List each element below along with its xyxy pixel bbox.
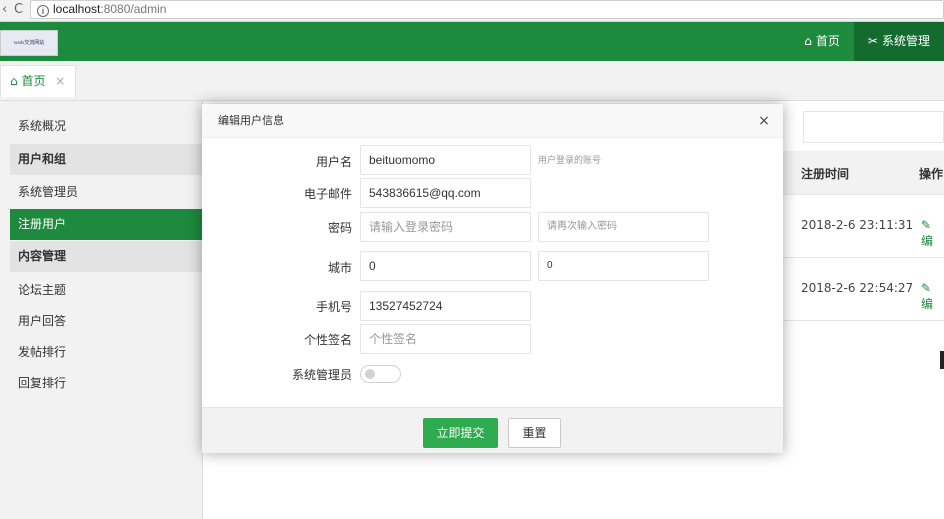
browser-bar: ‹ C i localhost:8080/admin bbox=[0, 0, 944, 22]
column-header-op: 操作 bbox=[919, 167, 944, 181]
dialog-footer: 立即提交 重置 bbox=[202, 407, 783, 453]
edit-link[interactable]: ✎ 编 bbox=[921, 218, 944, 249]
app-header: web交流网站 ⌂ 首页 ✂ 系统管理 bbox=[0, 22, 944, 61]
sidebar-item-admins[interactable]: 系统管理员 bbox=[10, 177, 203, 208]
submit-button[interactable]: 立即提交 bbox=[423, 418, 498, 448]
district-select[interactable]: 0 bbox=[538, 251, 709, 281]
signature-label: 个性签名 bbox=[303, 333, 352, 347]
column-header-reg-time: 注册时间 bbox=[801, 167, 850, 181]
reload-icon[interactable]: C bbox=[14, 2, 23, 17]
tab-bar: ⌂ 首页 × bbox=[0, 61, 944, 101]
admin-label: 系统管理员 bbox=[291, 368, 352, 382]
password-label: 密码 bbox=[327, 221, 352, 235]
phone-label: 手机号 bbox=[315, 300, 352, 314]
edit-link[interactable]: ✎ 编 bbox=[921, 281, 944, 312]
logo-text: web交流网站 bbox=[13, 40, 45, 46]
address-bar[interactable]: i localhost:8080/admin bbox=[30, 0, 944, 19]
admin-toggle[interactable] bbox=[360, 365, 401, 383]
username-field[interactable]: beituomomo bbox=[360, 145, 531, 175]
scroll-marker bbox=[940, 351, 944, 369]
tools-icon: ✂ bbox=[867, 34, 878, 48]
close-icon[interactable]: × bbox=[55, 74, 65, 88]
info-icon[interactable]: i bbox=[37, 5, 49, 17]
password-confirm-field[interactable]: 请再次输入密码 bbox=[538, 212, 709, 242]
cell-reg-time: 2018-2-6 23:11:31 bbox=[801, 218, 914, 232]
url-path: :8080/admin bbox=[100, 2, 167, 16]
tab-home-label: 首页 bbox=[21, 74, 46, 88]
nav-home-label: 首页 bbox=[815, 34, 840, 48]
phone-field[interactable]: 13527452724 bbox=[360, 291, 531, 321]
sidebar-item-registered-users[interactable]: 注册用户 bbox=[10, 209, 203, 240]
email-label: 电子邮件 bbox=[303, 187, 352, 201]
top-nav: ⌂ 首页 ✂ 系统管理 bbox=[790, 22, 944, 61]
tab-home[interactable]: ⌂ 首页 × bbox=[0, 65, 76, 97]
sidebar-item-reply-ranking[interactable]: 回复排行 bbox=[10, 368, 203, 399]
reset-button[interactable]: 重置 bbox=[508, 418, 561, 448]
sidebar-item-post-ranking[interactable]: 发帖排行 bbox=[10, 337, 203, 368]
url-host: localhost bbox=[53, 2, 101, 16]
search-bar[interactable] bbox=[803, 111, 944, 143]
close-icon[interactable]: × bbox=[755, 112, 773, 130]
sidebar-group-content[interactable]: 内容管理 bbox=[10, 241, 203, 272]
sidebar-group-users[interactable]: 用户和组 bbox=[10, 144, 203, 175]
sidebar: 系统概况 用户和组 系统管理员 注册用户 内容管理 论坛主题 用户回答 发帖排行… bbox=[0, 101, 203, 519]
sidebar-item-forum-topics[interactable]: 论坛主题 bbox=[10, 275, 203, 306]
password-field[interactable]: 请输入登录密码 bbox=[360, 212, 531, 242]
sidebar-item-user-answers[interactable]: 用户回答 bbox=[10, 306, 203, 337]
home-icon: ⌂ bbox=[10, 74, 18, 88]
nav-system-admin[interactable]: ✂ 系统管理 bbox=[853, 22, 944, 61]
city-label: 城市 bbox=[327, 261, 352, 275]
cell-reg-time: 2018-2-6 22:54:27 bbox=[801, 281, 914, 295]
home-icon: ⌂ bbox=[804, 34, 812, 48]
edit-user-dialog: 编辑用户信息 × 用户名 beituomomo 用户登录的账号 电子邮件 543… bbox=[202, 104, 783, 453]
back-icon[interactable]: ‹ bbox=[2, 2, 7, 17]
app-root: ‹ C i localhost:8080/admin web交流网站 ⌂ 首页 ✂ 系… bbox=[0, 0, 944, 519]
nav-system-admin-label: 系统管理 bbox=[881, 34, 930, 48]
city-select[interactable]: 0 bbox=[360, 251, 531, 281]
username-label: 用户名 bbox=[315, 155, 352, 169]
signature-field[interactable]: 个性签名 bbox=[360, 324, 531, 354]
nav-home[interactable]: ⌂ 首页 bbox=[790, 22, 854, 61]
email-field[interactable]: 543836615@qq.com bbox=[360, 178, 531, 208]
username-hint: 用户登录的账号 bbox=[538, 156, 602, 166]
dialog-title: 编辑用户信息 bbox=[202, 104, 783, 138]
toggle-knob bbox=[365, 369, 375, 379]
sidebar-item-overview[interactable]: 系统概况 bbox=[10, 111, 203, 142]
site-logo[interactable]: web交流网站 bbox=[0, 30, 58, 56]
